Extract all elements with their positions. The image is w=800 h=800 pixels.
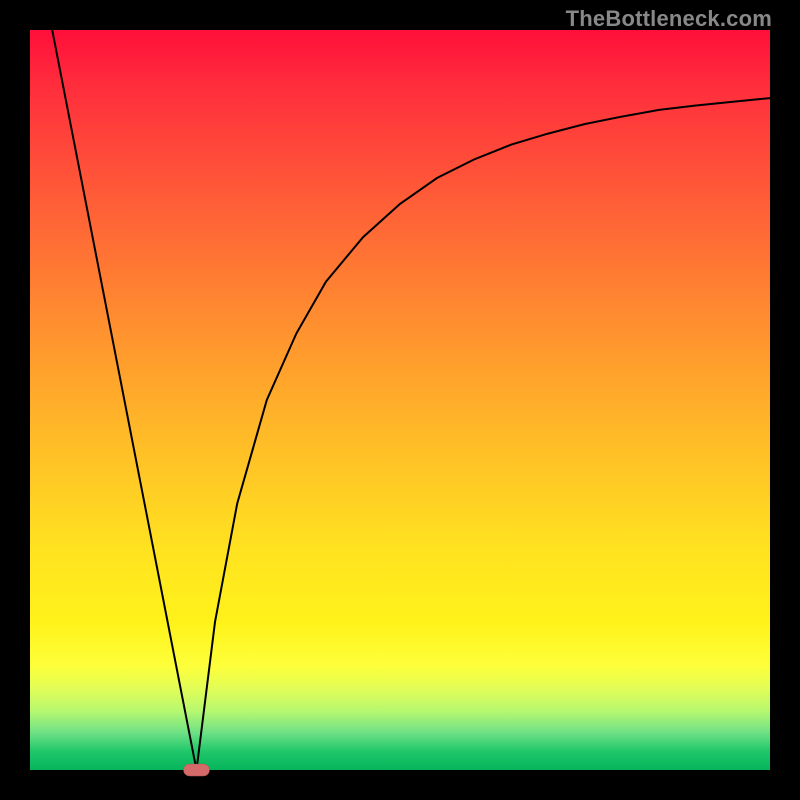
curve-left-branch xyxy=(52,30,196,770)
curve-right-branch xyxy=(197,98,771,770)
plot-svg xyxy=(30,30,770,770)
plot-area xyxy=(30,30,770,770)
watermark-text: TheBottleneck.com xyxy=(566,6,772,32)
minimum-marker xyxy=(184,764,210,776)
chart-frame: TheBottleneck.com xyxy=(0,0,800,800)
